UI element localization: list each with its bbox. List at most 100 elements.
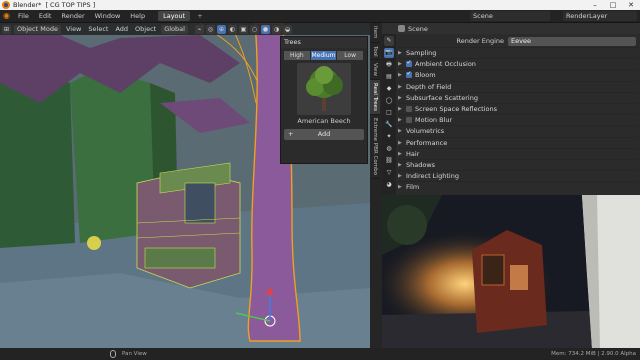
constraints-props-icon[interactable]: ⛓ [384,156,394,166]
menu-file[interactable]: File [13,12,34,20]
physics-props-icon[interactable]: ◍ [384,144,394,154]
menu-object[interactable]: Object [133,25,158,33]
menu-select[interactable]: Select [86,25,110,33]
panel-subsurface-scattering[interactable]: ▶ Subsurface Scattering [398,91,638,103]
output-props-icon[interactable]: 🖶 [384,60,394,70]
menu-edit[interactable]: Edit [34,12,57,20]
panel-bloom[interactable]: ▶ Bloom [398,69,638,80]
render-engine-dropdown[interactable]: Eevee [508,36,636,46]
add-workspace-button[interactable]: + [192,11,207,21]
material-props-icon[interactable]: ◕ [384,180,394,190]
chevron-right-icon[interactable]: ▶ [398,84,406,90]
object-props-icon[interactable]: □ [384,108,394,118]
blender-logo-icon [2,1,10,9]
maximize-button[interactable]: □ [604,0,622,10]
render-preview[interactable] [382,195,640,348]
chevron-right-icon[interactable]: ▶ [398,50,406,56]
modifier-props-icon[interactable]: 🔧 [384,120,394,130]
proportional-icon[interactable]: ◎ [205,24,215,34]
menu-render[interactable]: Render [56,12,89,20]
properties-scene-name: Scene [408,24,428,33]
tab-layout[interactable]: Layout [158,11,191,21]
trees-panel: Trees High Medium Low American Beech + A… [280,36,368,164]
chevron-right-icon[interactable]: ▶ [398,72,406,78]
panel-indirect-lighting[interactable]: ▶ Indirect Lighting [398,170,638,181]
tab-view[interactable]: View [370,60,380,81]
chevron-right-icon[interactable]: ▶ [398,95,406,101]
panel-screen-space-reflections[interactable]: ▶ Screen Space Reflections [398,102,638,114]
panel-label: Ambient Occlusion [415,60,476,69]
panel-ambient-occlusion[interactable]: ▶ Ambient Occlusion [398,58,638,69]
tree-thumbnail[interactable] [297,63,351,115]
panel-enable-checkbox[interactable] [406,117,412,124]
menu-help[interactable]: Help [125,12,150,20]
chevron-right-icon[interactable]: ▶ [398,128,406,134]
tab-tool[interactable]: Tool [370,43,380,61]
panel-label: Subsurface Scattering [406,93,478,102]
chevron-right-icon[interactable]: ▶ [398,61,406,67]
shading-material-icon[interactable]: ◑ [271,24,281,34]
tab-item[interactable]: Item [370,23,380,43]
panel-enable-checkbox[interactable] [406,59,412,68]
close-button[interactable]: ✕ [622,0,640,10]
scene-selector[interactable]: Scene [470,11,550,21]
tool-props-icon[interactable]: ✎ [384,36,394,46]
panel-motion-blur[interactable]: ▶ Motion Blur [398,114,638,125]
render-image [382,195,640,348]
tab-extreme-pbr[interactable]: Extreme PBR Combo [370,115,380,180]
blender-menu-icon[interactable]: ◉ [3,11,13,21]
3d-viewport[interactable]: ⊞ Object Mode View Select Add Object Glo… [0,23,370,348]
add-tree-button[interactable]: + Add [284,129,364,140]
chevron-right-icon[interactable]: ▶ [398,162,406,168]
editor-type-icon[interactable]: ⊞ [2,24,11,34]
panel-enable-checkbox[interactable] [406,106,412,113]
scene-name: Scene [473,12,493,20]
tab-high[interactable]: High [284,51,311,60]
panel-enable-checkbox[interactable] [406,70,412,79]
chevron-right-icon[interactable]: ▶ [398,140,406,146]
file-title: [ CG TOP TIPS ] [45,1,96,9]
menu-add[interactable]: Add [113,25,130,33]
panel-film[interactable]: ▶ Film [398,181,638,192]
panel-sampling[interactable]: ▶ Sampling [398,47,638,58]
panel-label: Indirect Lighting [406,172,459,181]
scene-props-icon[interactable]: ◆ [384,84,394,94]
chevron-right-icon[interactable]: ▶ [398,173,406,179]
view-layer-selector[interactable]: RenderLayer [563,11,637,21]
shading-render-icon[interactable]: ◒ [282,24,292,34]
chevron-right-icon[interactable]: ▶ [398,117,406,123]
panel-hair[interactable]: ▶ Hair [398,147,638,159]
tab-medium[interactable]: Medium [310,51,338,60]
xray-icon[interactable]: ▣ [238,24,248,34]
menu-window[interactable]: Window [90,12,126,20]
data-props-icon[interactable]: ▽ [384,168,394,178]
panel-depth-of-field[interactable]: ▶ Depth of Field [398,80,638,92]
particles-props-icon[interactable]: ✦ [384,132,394,142]
shading-solid-icon[interactable]: ● [260,24,270,34]
chevron-right-icon[interactable]: ▶ [398,184,406,190]
render-props-icon[interactable]: 📷 [384,48,394,58]
panel-performance[interactable]: ▶ Performance [398,136,638,148]
properties-editor: Scene ✎ 📷 🖶 ▤ ◆ ◯ □ 🔧 ✦ ◍ ⛓ ▽ ◕ Render E… [382,23,640,195]
mouse-cursor-highlight [87,236,101,250]
world-props-icon[interactable]: ◯ [384,96,394,106]
panel-label: Depth of Field [406,82,452,91]
mode-selector[interactable]: Object Mode [14,24,61,34]
minimize-button[interactable]: – [586,0,604,10]
panel-volumetrics[interactable]: ▶ Volumetrics [398,125,638,136]
overlay-icon[interactable]: ◐ [227,24,237,34]
tab-low[interactable]: Low [337,51,365,60]
orientation-selector[interactable]: Global [161,24,188,34]
chevron-right-icon[interactable]: ▶ [398,106,406,112]
shading-wire-icon[interactable]: ○ [249,24,259,34]
panel-shadows[interactable]: ▶ Shadows [398,158,638,170]
mouse-icon [110,350,116,358]
trees-panel-title[interactable]: Trees [281,37,367,48]
gizmo-toggle-icon[interactable]: ⊕ [216,24,226,34]
tab-real-trees[interactable]: Real Trees [370,80,380,116]
menu-view[interactable]: View [64,25,83,33]
chevron-right-icon[interactable]: ▶ [398,151,406,157]
view-layer-props-icon[interactable]: ▤ [384,72,394,82]
snap-icon[interactable]: ⌁ [194,24,204,34]
properties-tabs: ✎ 📷 🖶 ▤ ◆ ◯ □ 🔧 ✦ ◍ ⛓ ▽ ◕ [382,34,396,195]
